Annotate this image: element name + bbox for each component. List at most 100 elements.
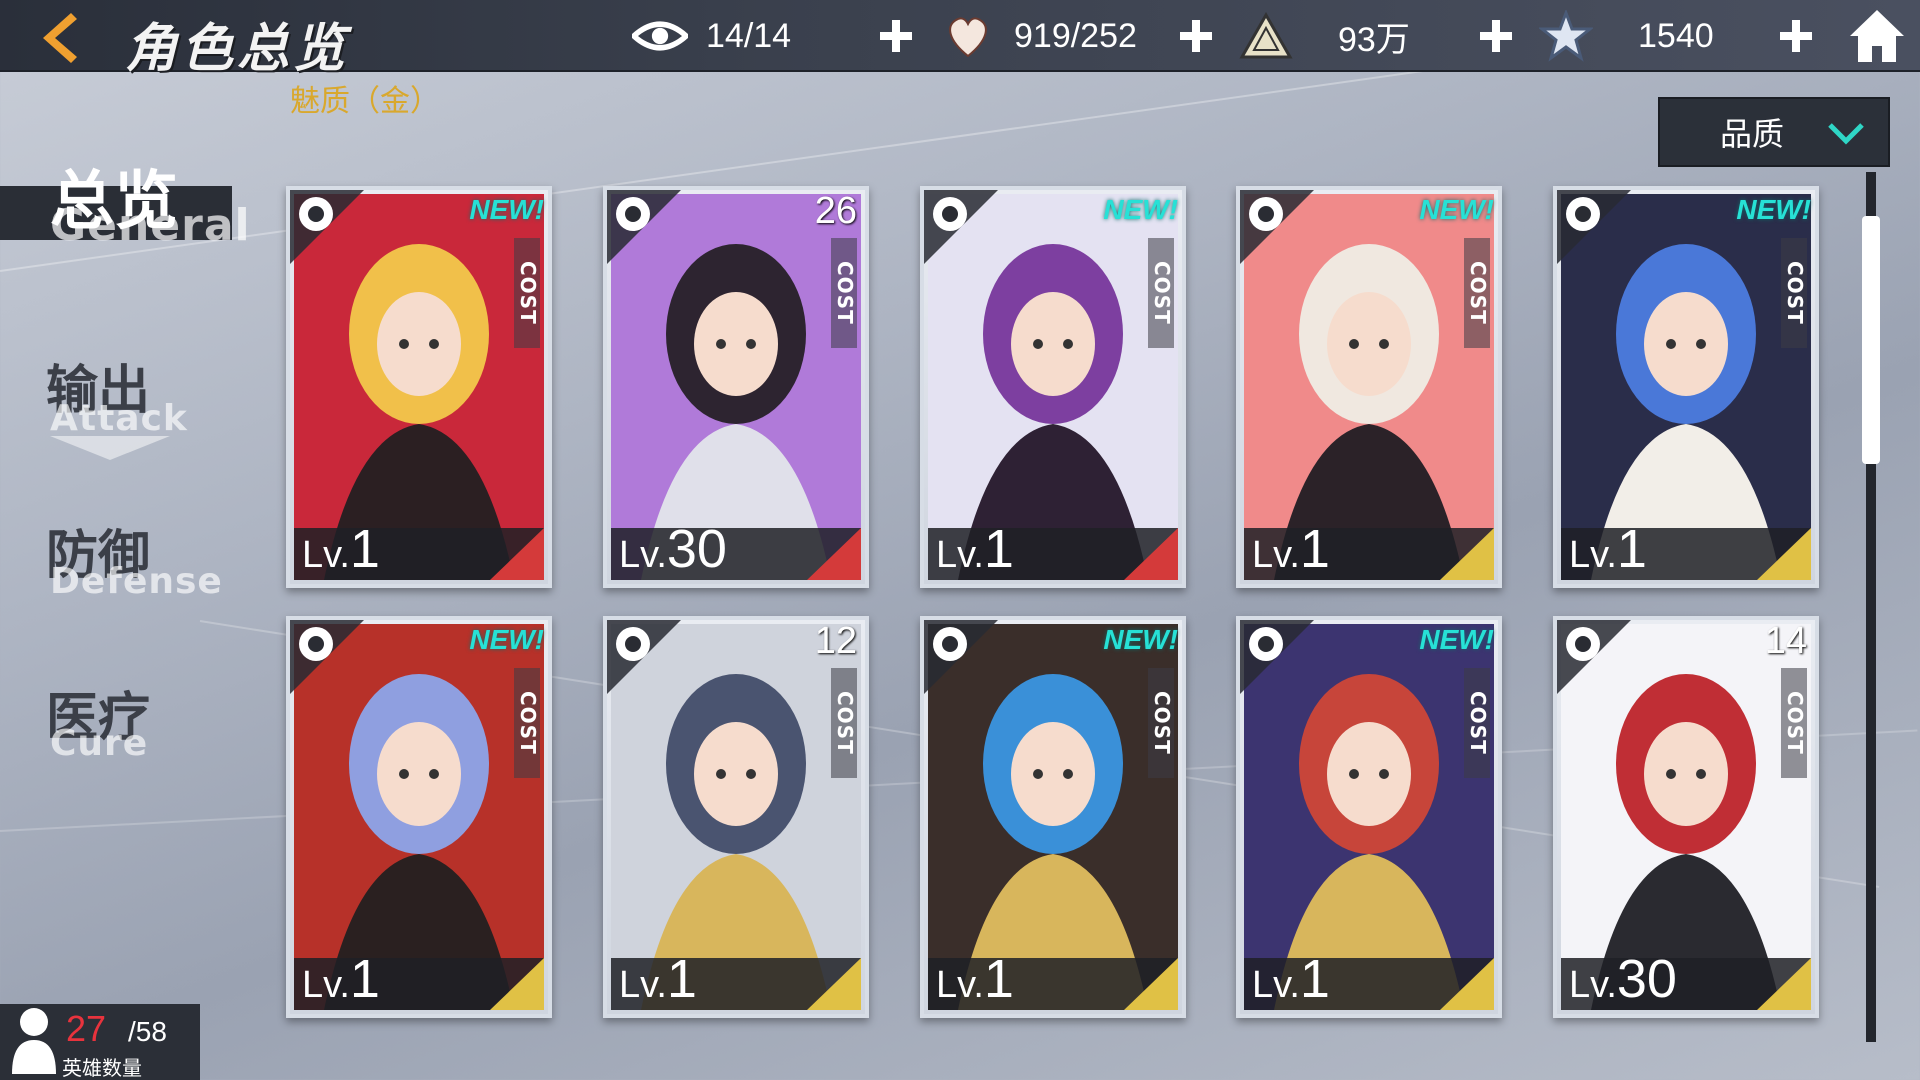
character-card[interactable]: COST NEW! Lv.1 <box>286 186 552 588</box>
level-bar: Lv.1 <box>294 949 544 1010</box>
level-value: 1 <box>1299 949 1330 1009</box>
new-badge: NEW! <box>1103 194 1178 225</box>
rarity-stripe <box>1124 528 1178 580</box>
sort-dropdown-label: 品质 <box>1720 115 1785 153</box>
tab-label-en: Defense <box>50 561 223 602</box>
tab-attack[interactable]: 输出 Attack <box>0 340 200 470</box>
resource-heart: 919/252 <box>940 10 1137 62</box>
level-text: Lv.1 <box>1569 518 1647 580</box>
tab-label-en: General <box>50 200 251 251</box>
chevron-down-icon <box>1828 123 1864 145</box>
level-bar: Lv.1 <box>1561 519 1811 580</box>
cost-label: COST <box>1781 238 1807 348</box>
add-crystal-button[interactable] <box>1474 14 1518 58</box>
sort-tag: 魅质（金） <box>290 84 440 119</box>
level-value: 1 <box>349 519 380 579</box>
cost-label: COST <box>1148 238 1174 348</box>
tab-general[interactable]: 总览 General <box>0 150 250 270</box>
rarity-stripe <box>807 958 861 1010</box>
level-bar: Lv.1 <box>1244 949 1494 1010</box>
fox-mask-icon <box>1557 190 1633 264</box>
cost-label: COST <box>1464 238 1490 348</box>
level-value: 30 <box>666 519 727 579</box>
level-prefix: Lv. <box>1569 964 1617 1006</box>
heart-icon <box>940 10 996 62</box>
level-value: 1 <box>1299 519 1330 579</box>
level-value: 1 <box>983 949 1014 1009</box>
resource-value: 14/14 <box>706 16 792 55</box>
level-value: 30 <box>1616 949 1677 1009</box>
tab-label-en: Cure <box>50 723 149 764</box>
person-icon <box>12 1008 56 1074</box>
level-bar: Lv.1 <box>294 519 544 580</box>
level-text: Lv.30 <box>1569 948 1677 1010</box>
hero-count-current: 27 <box>66 1008 107 1049</box>
character-card[interactable]: COST NEW! Lv.1 <box>920 616 1186 1018</box>
triangle-crystal-icon <box>1238 10 1294 62</box>
level-prefix: Lv. <box>1569 534 1617 576</box>
character-card[interactable]: COST NEW! Lv.1 <box>1236 186 1502 588</box>
level-text: Lv.1 <box>936 518 1014 580</box>
level-text: Lv.30 <box>619 518 727 580</box>
star-icon <box>1538 10 1594 62</box>
character-card[interactable]: COST NEW! Lv.1 <box>1553 186 1819 588</box>
level-bar: Lv.1 <box>611 949 861 1010</box>
level-text: Lv.1 <box>1252 518 1330 580</box>
pistol-icon <box>607 190 683 264</box>
character-card[interactable]: COST NEW! Lv.1 <box>1236 616 1502 1018</box>
add-heart-button[interactable] <box>1174 14 1218 58</box>
cost-label: COST <box>831 238 857 348</box>
cost-label: COST <box>1781 668 1807 778</box>
resource-crystal: 93万 <box>1238 10 1410 62</box>
home-button[interactable] <box>1846 6 1908 66</box>
level-bar: Lv.1 <box>1244 519 1494 580</box>
fire-emblem-icon <box>290 190 366 264</box>
level-value: 1 <box>349 949 380 1009</box>
rarity-stripe <box>1440 958 1494 1010</box>
level-prefix: Lv. <box>936 964 984 1006</box>
resource-value: 93万 <box>1338 20 1410 59</box>
tab-defense[interactable]: 防御 Defense <box>0 505 223 605</box>
cost-label: COST <box>831 668 857 778</box>
sword-icon <box>607 620 683 694</box>
level-bar: Lv.30 <box>611 519 861 580</box>
hero-count-label: 英雄数量 <box>62 1056 142 1080</box>
level-bar: Lv.1 <box>928 519 1178 580</box>
level-text: Lv.1 <box>302 518 380 580</box>
level-bar: Lv.1 <box>928 949 1178 1010</box>
new-badge: NEW! <box>469 194 544 225</box>
cost-label: COST <box>514 668 540 778</box>
scrollbar-thumb[interactable] <box>1862 216 1880 464</box>
level-prefix: Lv. <box>619 964 667 1006</box>
rarity-stripe <box>807 528 861 580</box>
add-eye-button[interactable] <box>874 14 918 58</box>
back-button[interactable] <box>18 8 98 68</box>
hero-count-panel: 27 /58 英雄数量 <box>0 1004 200 1080</box>
new-badge: NEW! <box>1736 194 1811 225</box>
level-value: 1 <box>983 519 1014 579</box>
character-card[interactable]: 12 COST Lv.1 <box>603 616 869 1018</box>
character-card[interactable]: 26 COST Lv.30 <box>603 186 869 588</box>
level-text: Lv.1 <box>936 948 1014 1010</box>
level-prefix: Lv. <box>1252 534 1300 576</box>
page-title: 角色总览 <box>125 18 350 79</box>
character-card[interactable]: COST NEW! Lv.1 <box>286 616 552 1018</box>
cost-label: COST <box>1148 668 1174 778</box>
level-value: 1 <box>1616 519 1647 579</box>
level-text: Lv.1 <box>619 948 697 1010</box>
resource-value: 919/252 <box>1014 16 1137 55</box>
new-badge: NEW! <box>1103 624 1178 655</box>
crown-cross-icon <box>1240 190 1316 264</box>
rarity-stripe <box>1440 528 1494 580</box>
new-badge: NEW! <box>1419 624 1494 655</box>
level-prefix: Lv. <box>936 534 984 576</box>
new-badge: NEW! <box>469 624 544 655</box>
sort-dropdown[interactable]: 品质 <box>1658 97 1890 167</box>
add-star-button[interactable] <box>1774 14 1818 58</box>
character-card[interactable]: 14 COST Lv.30 <box>1553 616 1819 1018</box>
resource-value: 1540 <box>1638 16 1714 55</box>
tab-cure[interactable]: 医疗 Cure <box>0 667 200 767</box>
character-card[interactable]: COST NEW! Lv.1 <box>920 186 1186 588</box>
bow-icon <box>1557 620 1633 694</box>
cost-label: COST <box>514 238 540 348</box>
